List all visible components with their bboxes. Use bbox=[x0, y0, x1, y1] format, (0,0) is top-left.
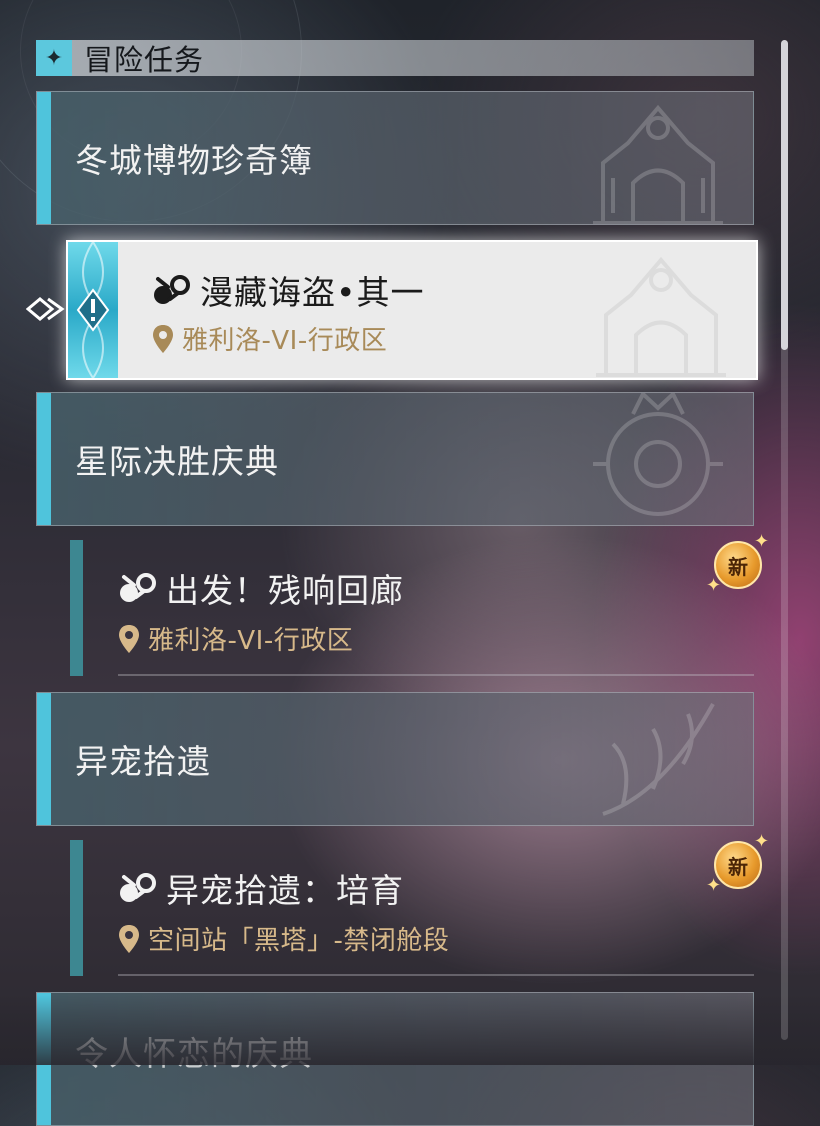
quest-accent-bar bbox=[70, 540, 83, 676]
category-winter-city-museum[interactable]: 冬城博物珍奇簿 bbox=[36, 91, 754, 225]
list-fade-overlay bbox=[0, 995, 820, 1065]
quest-title-row: 异宠拾遗：培育 bbox=[118, 864, 404, 912]
quest-location: 雅利洛-VI-行政区 bbox=[148, 626, 354, 656]
quest-type-strip bbox=[68, 242, 118, 378]
quest-location: 雅利洛-VI-行政区 bbox=[182, 326, 388, 356]
sparkle-icon: ✦ bbox=[706, 575, 722, 596]
quest-location-row: 空间站「黑塔」-禁闭舱段 bbox=[118, 920, 449, 957]
scrollbar-thumb[interactable] bbox=[781, 40, 788, 350]
selection-pointer-icon bbox=[26, 297, 65, 321]
quest-title: 异宠拾遗：培育 bbox=[166, 871, 404, 910]
quest-type-icon bbox=[154, 275, 190, 304]
category-title: 冬城博物珍奇簿 bbox=[75, 141, 313, 180]
quest-title: 漫藏诲盗•其一 bbox=[200, 273, 425, 312]
location-pin-icon bbox=[153, 324, 173, 353]
category-interstellar-festival[interactable]: 星际决胜庆典 bbox=[36, 392, 754, 526]
location-pin-icon bbox=[119, 924, 139, 953]
alert-diamond-icon bbox=[76, 242, 110, 378]
category-accent-bar bbox=[37, 393, 51, 525]
divider bbox=[118, 974, 754, 976]
quest-item-selected[interactable]: 漫藏诲盗•其一 雅利洛-VI-行政区 bbox=[66, 240, 758, 380]
sparkle-icon: ✦ bbox=[36, 40, 72, 76]
category-accent-bar bbox=[37, 693, 51, 825]
quest-accent-bar bbox=[70, 840, 83, 976]
quest-location: 空间站「黑塔」-禁闭舱段 bbox=[148, 926, 450, 956]
quest-title-row: 漫藏诲盗•其一 bbox=[152, 266, 424, 314]
quest-title: 出发！残响回廊 bbox=[166, 571, 404, 610]
quest-location-row: 雅利洛-VI-行政区 bbox=[118, 620, 353, 657]
panel-title: 冒险任务 bbox=[84, 43, 205, 77]
quest-type-icon bbox=[120, 873, 156, 902]
sparkle-icon: ✦ bbox=[754, 831, 770, 852]
palace-emblem-icon bbox=[593, 104, 723, 224]
new-badge: 新 ✦ ✦ bbox=[706, 531, 769, 596]
quest-location-row: 雅利洛-VI-行政区 bbox=[152, 320, 387, 357]
quest-title-row: 出发！残响回廊 bbox=[118, 564, 404, 612]
location-pin-icon bbox=[119, 624, 139, 653]
panel-header: ✦ 冒险任务 bbox=[36, 40, 754, 77]
divider bbox=[118, 674, 754, 676]
category-accent-bar bbox=[37, 92, 51, 224]
quest-type-icon bbox=[120, 573, 156, 602]
palace-emblem-icon bbox=[596, 256, 726, 377]
quest-item[interactable]: 出发！残响回廊 雅利洛-VI-行政区 bbox=[70, 540, 754, 676]
sparkle-icon: ✦ bbox=[754, 531, 770, 552]
category-pet-findings[interactable]: 异宠拾遗 bbox=[36, 692, 754, 826]
category-title: 星际决胜庆典 bbox=[75, 442, 279, 481]
new-badge: 新 ✦ ✦ bbox=[706, 831, 769, 896]
category-title: 异宠拾遗 bbox=[75, 742, 211, 781]
sparkle-icon: ✦ bbox=[706, 875, 722, 896]
feather-emblem-icon bbox=[602, 703, 715, 816]
crown-wreath-emblem-icon bbox=[593, 393, 723, 516]
quest-item[interactable]: 异宠拾遗：培育 空间站「黑塔」-禁闭舱段 bbox=[70, 840, 754, 976]
